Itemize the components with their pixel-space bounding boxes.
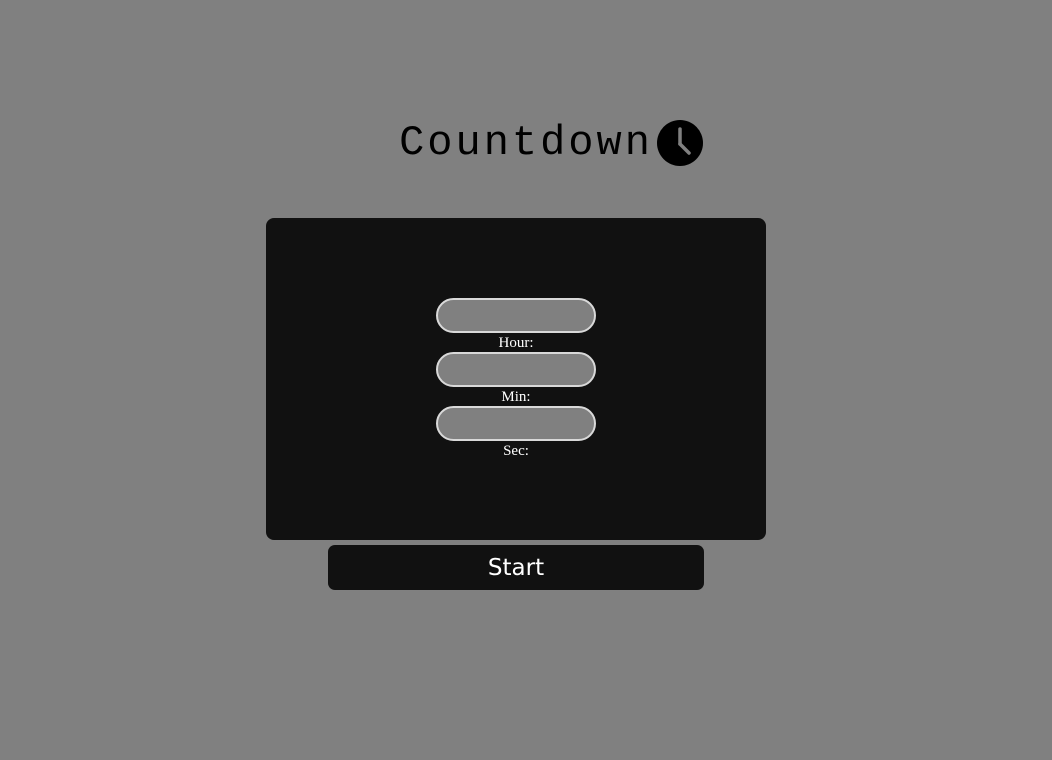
sec-field-group: Sec: xyxy=(436,406,596,459)
page-title: Countdown xyxy=(399,119,653,167)
min-input[interactable] xyxy=(436,352,596,387)
clock-icon xyxy=(656,120,703,166)
sec-input[interactable] xyxy=(436,406,596,441)
min-label: Min: xyxy=(501,389,531,405)
hour-field-group: Hour: xyxy=(436,298,596,351)
timer-input-panel: Hour: Min: Sec: xyxy=(266,218,766,540)
hour-label: Hour: xyxy=(498,335,534,351)
page-header: Countdown xyxy=(0,118,1052,168)
countdown-page: Countdown Hour: Min: Sec: Start xyxy=(0,0,1052,760)
sec-label: Sec: xyxy=(503,443,529,459)
start-button[interactable]: Start xyxy=(328,545,704,590)
hour-input[interactable] xyxy=(436,298,596,333)
min-field-group: Min: xyxy=(436,352,596,405)
